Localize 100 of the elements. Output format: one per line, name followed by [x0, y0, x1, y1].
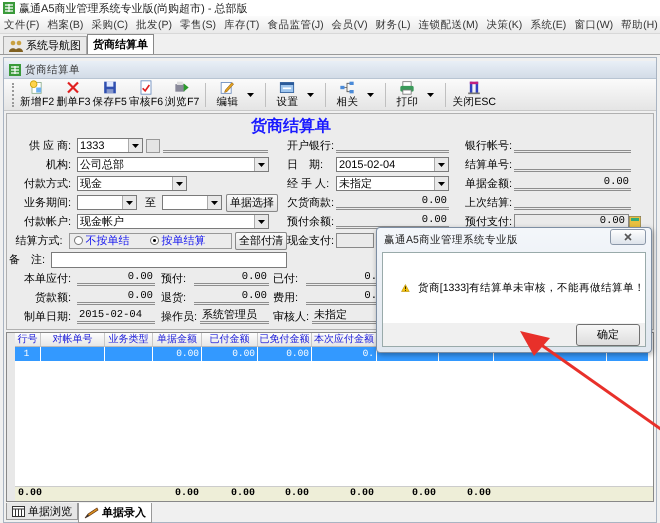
menu-item[interactable]: 财务(L) — [372, 18, 415, 32]
close-button[interactable] — [610, 229, 646, 245]
field-label: 结算单号: — [465, 158, 513, 172]
menu-item[interactable]: 决策(K) — [482, 18, 526, 32]
total-cell-text: 0.00 — [230, 487, 256, 501]
column-header: 已免付金额 — [258, 333, 312, 347]
radio-label[interactable]: 不按单结 — [86, 233, 130, 248]
radio-button[interactable] — [74, 236, 83, 245]
tab[interactable]: 单据浏览 — [6, 503, 78, 520]
column-header: 业务类型 — [105, 333, 153, 347]
dropdown-field[interactable] — [77, 195, 137, 210]
menu-item[interactable]: 采购(C) — [87, 18, 132, 32]
menu-item[interactable]: 库存(T) — [220, 18, 264, 32]
dropdown-field[interactable]: 未指定 — [336, 176, 449, 191]
total-cell-text: 0.00 — [284, 487, 310, 501]
field-label: 已付: — [273, 272, 300, 286]
readout-field: 系统管理员 — [200, 309, 269, 324]
caret-icon — [132, 144, 139, 148]
menu-item[interactable]: 档案(B) — [43, 18, 88, 32]
field-label: 机构: — [44, 158, 71, 172]
toolbar-button[interactable]: 浏览F7 — [164, 80, 200, 109]
table-icon — [12, 506, 25, 516]
select-button[interactable]: 单据选择 — [226, 194, 278, 212]
readout-field: 0.00 — [514, 176, 631, 191]
field-label: 本单应付: — [22, 272, 71, 286]
total-cell-text: 0.00 — [174, 487, 200, 501]
toolbar-button[interactable]: 审核F6 — [128, 80, 164, 109]
separator-label: 至 — [145, 196, 156, 210]
caret-icon — [307, 92, 314, 96]
toolbar-button[interactable]: 关闭ESC — [451, 80, 497, 109]
dropdown-field[interactable]: 2015-02-04 — [336, 157, 449, 172]
dropdown-field[interactable]: 公司总部 — [77, 157, 269, 172]
tab[interactable]: 货商结算单 — [87, 34, 154, 54]
toolbar-button[interactable]: 相关 — [335, 80, 360, 109]
amount-field — [336, 233, 374, 248]
menu-item[interactable]: 批发(P) — [132, 18, 176, 32]
column-header: 行号 — [15, 333, 41, 347]
field-label: 上次结算: — [465, 196, 513, 210]
column-header: 单据金额 — [153, 333, 202, 347]
field-label: 现金支付: — [287, 234, 335, 248]
field-label: 经 手 人: — [287, 177, 330, 191]
toolbar-button[interactable]: 设置 — [275, 80, 300, 109]
pencil-icon — [84, 506, 99, 518]
table-cell: 1 — [15, 347, 41, 361]
menu-item[interactable]: 零售(S) — [176, 18, 220, 32]
toolbar-button[interactable]: 新增F2 — [19, 80, 56, 109]
printer-icon — [398, 80, 416, 95]
menu-item[interactable]: 食品监管(J) — [263, 18, 328, 32]
field-label: 付款帐户: — [22, 214, 71, 229]
people-icon — [9, 40, 23, 52]
total-cell-text: 0.00 — [466, 487, 492, 501]
menu-item[interactable]: 系统(E) — [526, 18, 570, 32]
form-heading: 货商结算单 — [250, 115, 332, 136]
field-label: 预付: — [161, 272, 188, 286]
caret-icon — [247, 92, 254, 96]
ok-button[interactable]: 确定 — [576, 324, 640, 346]
column-header: 已付金额 — [202, 333, 258, 347]
toolbar-button[interactable]: 编辑 — [215, 80, 240, 109]
menu-item[interactable]: 帮助(H) — [617, 18, 660, 32]
field-label: 货款额: — [34, 290, 71, 305]
column-header: 对帐单号 — [41, 333, 105, 347]
caret-icon — [211, 200, 218, 204]
toolbar-button[interactable]: 删单F3 — [55, 80, 92, 109]
radio-label[interactable]: 按单结算 — [162, 233, 206, 248]
readout-field: 0.00 — [77, 290, 155, 305]
field-label: 备 注: — [9, 252, 46, 267]
menu-item[interactable]: 文件(F) — [0, 18, 44, 32]
menu-item[interactable]: 会员(V) — [328, 18, 372, 32]
edit-icon — [218, 80, 236, 95]
field-label: 费用: — [273, 291, 300, 305]
input-field[interactable] — [51, 252, 287, 268]
dropdown-field[interactable]: 1333 — [77, 138, 143, 153]
dropdown-field[interactable] — [162, 195, 222, 210]
caret-icon — [126, 200, 133, 204]
menu-item[interactable]: 窗口(W) — [570, 18, 618, 32]
table-cell: 0.00 — [153, 347, 202, 361]
field-label: 日 期: — [287, 158, 324, 172]
field-label: 结算方式: — [14, 234, 63, 248]
pay-all-button[interactable]: 全部付清 — [235, 232, 287, 250]
dropdown-field[interactable]: 现金 — [77, 176, 187, 191]
table-cell: 0.00 — [258, 347, 312, 361]
tab[interactable]: 系统导航图 — [3, 36, 87, 54]
menu-item[interactable]: 连锁配送(M) — [414, 18, 482, 32]
tab[interactable]: 单据录入 — [78, 503, 152, 523]
field-label: 制单日期: — [22, 310, 71, 324]
toolbar-button[interactable]: 打印 — [395, 80, 420, 109]
field-label: 操作员: — [161, 310, 198, 324]
network-icon — [338, 80, 356, 95]
field-label: 预付支付: — [465, 215, 513, 229]
table-cell: 0.00 — [202, 347, 258, 361]
toolbar-button[interactable]: 保存F5 — [92, 80, 128, 109]
dropdown-field[interactable]: 现金帐户 — [77, 214, 269, 229]
readout-field: 2015-02-04 — [77, 309, 155, 324]
caret-icon — [427, 92, 434, 96]
calculator-icon — [629, 216, 641, 228]
dialog-message: 货商[1333]有结算单未审核，不能再做结算单！ — [418, 281, 645, 295]
field-label: 银行帐号: — [465, 139, 513, 153]
radio-button[interactable] — [150, 236, 159, 245]
readout-field: 0.00 — [77, 271, 155, 286]
column-header: 本次应付金额 — [312, 333, 377, 347]
